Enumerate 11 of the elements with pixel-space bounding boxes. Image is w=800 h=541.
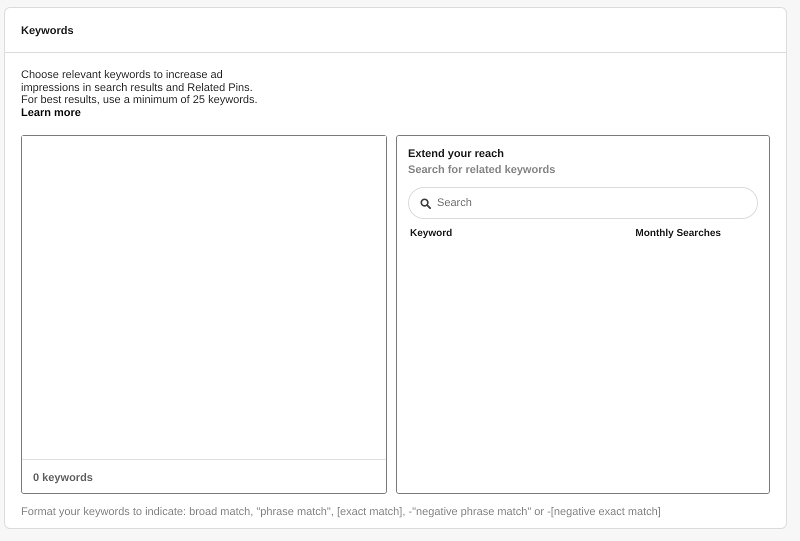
panel-title: Extend your reach [408,146,505,162]
intro-text: Choose relevant keywords to increase ad impressions in search results and Related Pins. For best results, use a minimum of 25 keywords. [21,69,258,106]
search-field[interactable]: Search [408,186,758,219]
panel-subtitle: Search for related keywords [408,163,556,178]
learn-more-link[interactable]: Learn more [21,106,81,119]
keyword-editor[interactable]: 0 keywords [21,134,387,494]
card-title: Keywords [21,25,74,37]
format-hint: Format your keywords to indicate: broad match, "phrase match", [exact match], -"negative phrase match" or -[negative exact match] [21,506,661,518]
keyword-count: 0 keywords [33,472,93,484]
column-header: Monthly Searches [635,226,721,241]
column-header: Keyword [410,226,452,241]
